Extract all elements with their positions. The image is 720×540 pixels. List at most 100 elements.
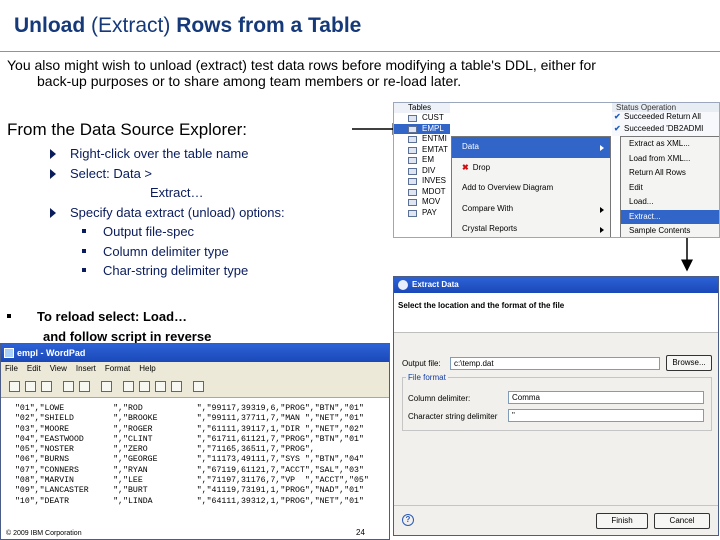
menu-item-add-to-overview[interactable]: Add to Overview Diagram <box>452 178 610 199</box>
title-normal: (Extract) <box>85 14 177 37</box>
reload-line-1: To reload select: Load… <box>37 309 188 324</box>
table-icon <box>408 209 417 217</box>
new-document-icon[interactable] <box>9 381 20 392</box>
menu-view[interactable]: View <box>50 364 67 373</box>
data-line: "03","MOORE ","ROGER ","61111,39117,1,"D… <box>15 424 364 434</box>
submenu-item-sample-contents[interactable]: Sample Contents <box>621 224 719 237</box>
cut-icon[interactable] <box>123 381 134 392</box>
triangle-bullet-icon <box>50 168 56 179</box>
check-icon: ✔ <box>614 124 621 133</box>
column-delimiter-label: Column delimiter: <box>408 394 471 403</box>
finish-button[interactable]: Finish <box>596 513 648 529</box>
browse-button[interactable]: Browse... <box>666 355 712 371</box>
wordpad-menubar: File Edit View Insert Format Help <box>1 362 389 376</box>
help-icon[interactable]: ? <box>402 514 414 526</box>
menu-file[interactable]: File <box>5 364 18 373</box>
menu-edit[interactable]: Edit <box>27 364 41 373</box>
sub-bullet-item: Column delimiter type <box>50 242 285 262</box>
result-row[interactable]: ✔ Succeeded 'DB2ADMI <box>612 124 719 136</box>
wordpad-titlebar[interactable]: empl - WordPad <box>1 344 389 362</box>
dialog-divider <box>394 505 718 506</box>
sub-bullet-item: Char-string delimiter type <box>50 261 285 281</box>
paste-icon[interactable] <box>155 381 166 392</box>
square-bullet-icon <box>82 248 86 253</box>
square-bullet-icon <box>82 268 86 272</box>
menu-format[interactable]: Format <box>105 364 130 373</box>
table-node[interactable]: EMTAT <box>394 145 450 156</box>
submenu-item-return-all[interactable]: Return All Rows <box>621 166 719 181</box>
intro-line-1: You also might wish to unload (extract) … <box>7 57 596 73</box>
table-node[interactable]: DIV <box>394 166 450 177</box>
table-icon <box>408 115 417 122</box>
menu-item-crystal-reports[interactable]: Crystal Reports <box>452 219 610 237</box>
reload-note: To reload select: Load… and follow scrip… <box>7 307 211 346</box>
find-icon[interactable] <box>101 381 112 392</box>
output-file-input[interactable]: c:\temp.dat <box>450 357 660 370</box>
data-submenu: Extract as XML... Load from XML... Retur… <box>620 136 719 237</box>
cancel-button[interactable]: Cancel <box>654 513 710 529</box>
table-node-selected[interactable]: EMPL <box>394 123 450 134</box>
table-node[interactable]: EM <box>394 155 450 166</box>
char-delimiter-label: Character string delimiter <box>408 412 498 421</box>
file-format-label: File format <box>406 373 448 382</box>
table-node[interactable]: MOV <box>394 197 450 208</box>
result-row[interactable]: ✔ Succeeded Return All <box>612 112 719 124</box>
save-icon[interactable] <box>41 381 52 392</box>
menu-item-drop[interactable]: ✖ Drop <box>452 158 610 179</box>
table-node[interactable]: PAY <box>394 208 450 219</box>
copy-icon[interactable] <box>139 381 150 392</box>
title-bold-2: Rows from a Table <box>176 14 362 37</box>
open-folder-icon[interactable] <box>25 381 36 392</box>
data-line: "04","EASTWOOD ","CLINT ","61711,61121,7… <box>15 434 364 444</box>
data-line: "07","CONNERS ","RYAN ","67119,61121,7,"… <box>15 465 364 475</box>
table-node[interactable]: MDOT <box>394 187 450 198</box>
menu-insert[interactable]: Insert <box>76 364 96 373</box>
table-icon <box>408 146 417 154</box>
table-node[interactable]: ENTMI <box>394 134 450 145</box>
data-line: "10","DEATR ","LINDA ","64111,39312,1,"P… <box>15 496 364 506</box>
submenu-item-extract[interactable]: Extract... <box>621 209 719 224</box>
bullet-continuation: Extract… <box>150 185 204 200</box>
output-file-label: Output file: <box>402 359 441 368</box>
column-delimiter-select[interactable]: Comma <box>508 391 704 404</box>
insert-date-icon[interactable] <box>193 381 204 392</box>
wordpad-document[interactable]: "01","LOWE ","ROD ","99117,39319,6,"PROG… <box>15 404 369 507</box>
wordpad-window: empl - WordPad File Edit View Insert Format H… <box>0 343 390 540</box>
data-line: "09","LANCASTER ","BURT ","41119,73191,1… <box>15 486 364 496</box>
submenu-item-extract-xml[interactable]: Extract as XML... <box>621 137 719 152</box>
submenu-item-edit[interactable]: Edit <box>621 181 719 196</box>
bullet-list: Right-click over the table name Select: … <box>50 144 285 281</box>
data-line: "05","NOSTER ","ZERO ","71165,36511,7,"P… <box>15 445 315 455</box>
data-line: "06","BURNS ","GEORGE ","11173,49111,7,"… <box>15 455 364 465</box>
menu-item-compare-with[interactable]: Compare With <box>452 199 610 220</box>
submenu-item-load[interactable]: Load... <box>621 195 719 210</box>
tables-tree: Tables CUST EMPL ENTMI EMTAT EM DIV INVE… <box>394 103 450 237</box>
table-icon <box>408 136 417 143</box>
file-format-group <box>402 377 712 431</box>
table-icon <box>408 125 417 133</box>
extract-data-dialog: Extract Data Select the location and the… <box>393 276 719 536</box>
tables-folder[interactable]: Tables <box>394 103 450 113</box>
print-icon[interactable] <box>63 381 74 392</box>
table-icon <box>408 188 417 196</box>
char-delimiter-select[interactable]: " <box>508 409 704 422</box>
page-number: 24 <box>356 528 365 537</box>
menu-help[interactable]: Help <box>139 364 155 373</box>
undo-icon[interactable] <box>171 381 182 392</box>
context-menu: Data ✖ Drop Add to Overview Diagram Compa… <box>451 136 611 237</box>
results-header: Status Operation <box>612 103 719 112</box>
copyright-text: © 2009 IBM Corporation <box>6 530 82 537</box>
dialog-app-icon <box>398 280 408 290</box>
sql-results-view: Status Operation ✔ Succeeded Return All ✔… <box>612 103 719 136</box>
data-line: "01","LOWE ","ROD ","99117,39319,6,"PROG… <box>15 404 364 413</box>
table-node[interactable]: CUST <box>394 113 450 124</box>
table-icon <box>408 167 417 175</box>
dialog-lead-text: Select the location and the format of th… <box>394 293 718 333</box>
print-preview-icon[interactable] <box>79 381 90 392</box>
dialog-titlebar[interactable]: Extract Data <box>394 277 718 293</box>
table-node[interactable]: INVES <box>394 176 450 187</box>
menu-item-data[interactable]: Data <box>452 137 610 158</box>
submenu-item-load-xml[interactable]: Load from XML... <box>621 152 719 167</box>
data-source-explorer: Tables CUST EMPL ENTMI EMTAT EM DIV INVE… <box>393 102 720 238</box>
wordpad-app-icon <box>4 348 14 358</box>
